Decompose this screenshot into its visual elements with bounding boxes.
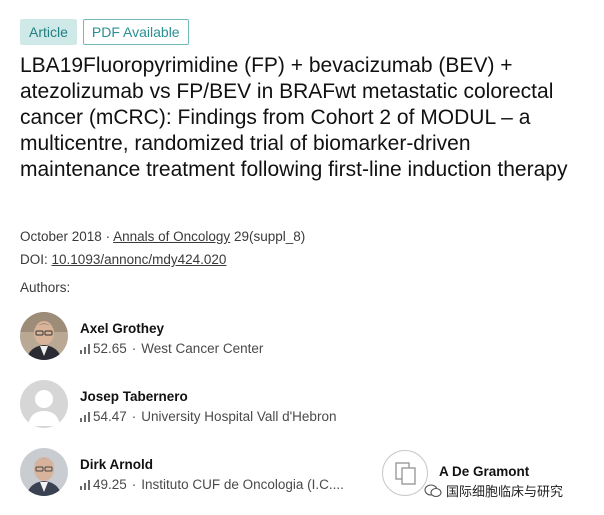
meta-separator: · [131, 477, 137, 492]
score-bars-icon [80, 343, 90, 354]
score-bars-icon [80, 411, 90, 422]
score-bars-icon [80, 479, 90, 490]
author-score: 54.47 [93, 409, 127, 424]
author-institution: University Hospital Vall d'Hebron [141, 409, 337, 424]
author-name[interactable]: A De Gramont [439, 464, 529, 479]
doi-link[interactable]: 10.1093/annonc/mdy424.020 [52, 252, 227, 267]
doi-line: DOI: 10.1093/annonc/mdy424.020 [20, 252, 226, 267]
author-institution: Instituto CUF de Oncologia (I.C.... [141, 477, 344, 492]
watermark-text: 国际细胞临床与研究 [446, 484, 564, 499]
meta-separator: · [131, 341, 137, 356]
author-score: 52.65 [93, 341, 127, 356]
publication-title: LBA19Fluoropyrimidine (FP) + bevacizumab… [20, 54, 568, 181]
badge-group: Article PDF Available [20, 19, 189, 45]
avatar[interactable] [20, 312, 68, 360]
author-card[interactable]: Dirk Arnold 49.25 · Instituto CUF de Onc… [20, 448, 360, 500]
author-score: 49.25 [93, 477, 127, 492]
author-name[interactable]: Josep Tabernero [80, 389, 188, 404]
avatar-placeholder[interactable] [20, 380, 68, 428]
publication-meta: October 2018 · Annals of Oncology 29(sup… [20, 229, 305, 244]
author-info: 54.47 · University Hospital Vall d'Hebro… [80, 409, 336, 424]
journal-volume: 29(suppl_8) [233, 229, 306, 244]
author-name[interactable]: Axel Grothey [80, 321, 164, 336]
author-name[interactable]: Dirk Arnold [80, 457, 153, 472]
doi-label: DOI: [20, 252, 48, 267]
avatar[interactable] [20, 448, 68, 496]
meta-separator: · [131, 409, 137, 424]
author-info: 49.25 · Instituto CUF de Oncologia (I.C.… [80, 477, 344, 492]
wechat-watermark: 国际细胞临床与研究 [424, 481, 563, 500]
author-card-partial[interactable]: A De Gramont 国际细胞临床与研究 [382, 450, 604, 515]
author-info: 52.65 · West Cancer Center [80, 341, 263, 356]
publication-date: October 2018 [20, 229, 102, 244]
meta-separator: · [105, 229, 111, 244]
document-copy-icon[interactable] [382, 450, 428, 496]
article-badge: Article [20, 19, 77, 45]
author-card[interactable]: Josep Tabernero 54.47 · University Hospi… [20, 380, 360, 432]
author-card[interactable]: Axel Grothey 52.65 · West Cancer Center [20, 312, 360, 364]
wechat-icon [424, 483, 442, 497]
authors-heading: Authors: [20, 280, 71, 295]
author-institution: West Cancer Center [141, 341, 264, 356]
pdf-available-badge[interactable]: PDF Available [82, 19, 189, 45]
journal-link[interactable]: Annals of Oncology [113, 229, 230, 244]
